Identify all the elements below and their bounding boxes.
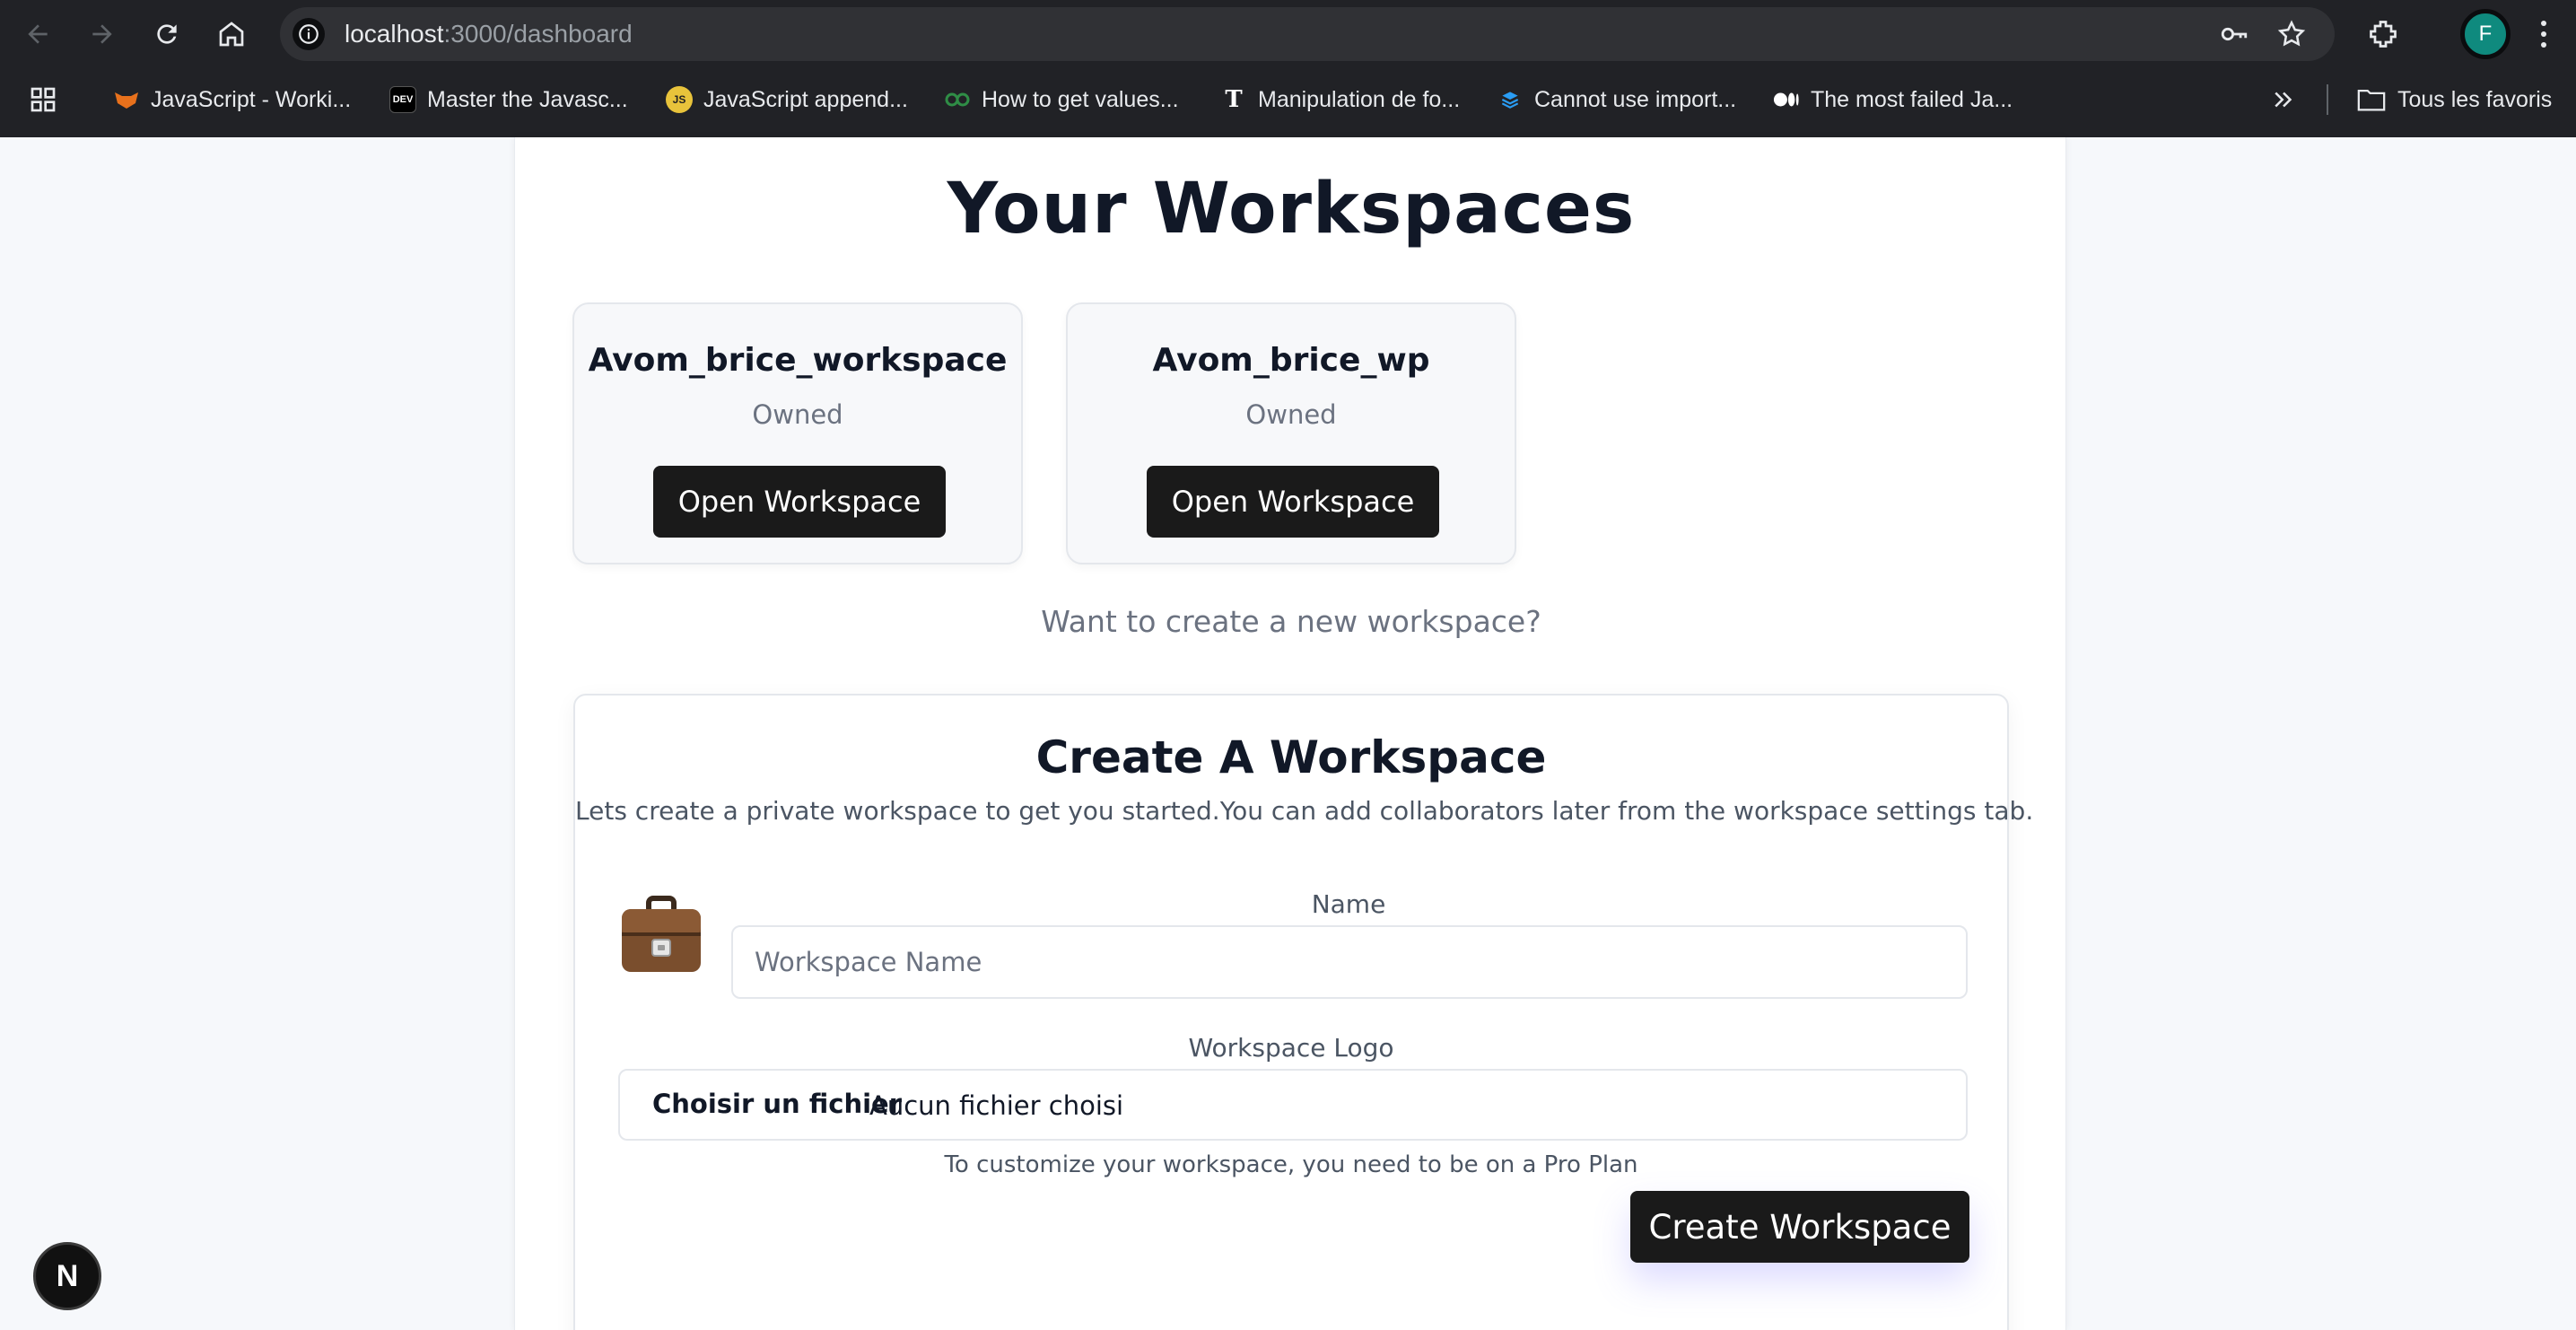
workspace-name-input[interactable] bbox=[731, 925, 1968, 999]
bookmark-item[interactable]: JS JavaScript append... bbox=[666, 79, 908, 120]
more-bookmarks-icon[interactable] bbox=[2270, 79, 2297, 120]
stack-icon bbox=[1497, 86, 1524, 113]
choose-file-button[interactable]: Choisir un fichier bbox=[652, 1089, 902, 1119]
kebab-menu-icon[interactable] bbox=[2530, 16, 2557, 52]
gfg-icon bbox=[944, 86, 971, 113]
bookmark-item[interactable]: How to get values... bbox=[944, 79, 1179, 120]
workspace-role: Owned bbox=[1245, 399, 1337, 430]
dev-icon: DEV bbox=[389, 86, 416, 113]
site-info-icon[interactable] bbox=[293, 18, 325, 50]
nextjs-dev-badge[interactable]: N bbox=[33, 1242, 101, 1310]
bookmark-item[interactable]: T Manipulation de fo... bbox=[1220, 79, 1460, 120]
bookmark-item[interactable]: Cannot use import... bbox=[1497, 79, 1736, 120]
dashboard-panel: Your Workspaces Avom_brice_workspace Own… bbox=[514, 137, 2066, 1330]
bookmark-label: JavaScript append... bbox=[703, 86, 908, 112]
bookmark-label: Master the Javasc... bbox=[427, 86, 628, 112]
favorites-label: Tous les favoris bbox=[2397, 86, 2553, 112]
back-button[interactable] bbox=[22, 18, 54, 50]
home-icon bbox=[219, 22, 244, 47]
all-bookmarks-folder[interactable]: Tous les favoris bbox=[2356, 79, 2552, 120]
profile-avatar[interactable]: F bbox=[2460, 9, 2511, 59]
briefcase-emoji-icon[interactable] bbox=[618, 891, 704, 977]
file-status-text: Aucun fichier choisi bbox=[869, 1090, 1124, 1121]
arrow-right-icon bbox=[92, 24, 112, 44]
browser-chrome: localhost:3000/dashboard F JavaScript - … bbox=[0, 0, 2576, 137]
home-button[interactable] bbox=[215, 18, 248, 50]
bookmark-label: The most failed Ja... bbox=[1811, 86, 2013, 112]
folder-icon bbox=[2357, 89, 2386, 111]
arrow-left-icon bbox=[28, 24, 48, 44]
bookmarks-bar: JavaScript - Worki... DEV Master the Jav… bbox=[0, 79, 2576, 120]
bookmark-item[interactable]: JavaScript - Worki... bbox=[113, 79, 351, 120]
bookmark-label: Cannot use import... bbox=[1534, 86, 1737, 112]
workspace-name: Avom_brice_workspace bbox=[588, 342, 1008, 379]
fox-icon bbox=[113, 86, 140, 113]
bookmark-divider bbox=[2327, 84, 2328, 115]
bookmark-star-icon[interactable] bbox=[2275, 18, 2308, 50]
forward-button[interactable] bbox=[86, 18, 118, 50]
page-title: Your Workspaces bbox=[947, 169, 1636, 249]
bookmark-label: Manipulation de fo... bbox=[1258, 86, 1461, 112]
open-workspace-button[interactable]: Open Workspace bbox=[653, 466, 946, 538]
browser-toolbar: localhost:3000/dashboard F bbox=[0, 0, 2576, 67]
create-workspace-form: Create A Workspace Lets create a private… bbox=[573, 694, 2034, 1330]
workspace-logo-label: Workspace Logo bbox=[1188, 1033, 1394, 1063]
workspace-name: Avom_brice_wp bbox=[1152, 342, 1430, 379]
address-bar[interactable]: localhost:3000/dashboard bbox=[280, 7, 2335, 61]
reload-icon bbox=[157, 24, 177, 44]
form-description: Lets create a private workspace to get y… bbox=[575, 796, 2034, 826]
create-workspace-button[interactable]: Create Workspace bbox=[1630, 1191, 1969, 1263]
t-icon: T bbox=[1225, 86, 1243, 113]
extensions-icon[interactable] bbox=[2365, 16, 2401, 52]
url-path: :3000/dashboard bbox=[443, 20, 633, 48]
workspace-logo-file-input[interactable]: Choisir un fichier Aucun fichier choisi bbox=[618, 1069, 1968, 1141]
apps-grid-icon[interactable] bbox=[29, 79, 57, 120]
bookmark-item[interactable]: DEV Master the Javasc... bbox=[389, 79, 628, 120]
bookmark-label: JavaScript - Worki... bbox=[151, 86, 352, 112]
url-text: localhost:3000/dashboard bbox=[345, 20, 633, 48]
workspace-card: Avom_brice_workspace Owned Open Workspac… bbox=[572, 302, 1023, 564]
name-label: Name bbox=[1311, 889, 1386, 919]
form-title: Create A Workspace bbox=[1035, 731, 1547, 783]
password-key-icon[interactable] bbox=[2218, 18, 2250, 50]
workspace-card: Avom_brice_wp Owned Open Workspace bbox=[1066, 302, 1516, 564]
workspace-role: Owned bbox=[752, 399, 843, 430]
pro-plan-note: To customize your workspace, you need to… bbox=[944, 1151, 1638, 1178]
medium-icon bbox=[1773, 86, 1800, 113]
bookmark-label: How to get values... bbox=[982, 86, 1179, 112]
create-prompt: Want to create a new workspace? bbox=[1041, 604, 1541, 639]
bookmark-item[interactable]: The most failed Ja... bbox=[1773, 79, 2013, 120]
url-host: localhost bbox=[345, 20, 444, 48]
open-workspace-button[interactable]: Open Workspace bbox=[1147, 466, 1439, 538]
reload-button[interactable] bbox=[151, 18, 183, 50]
js-icon: JS bbox=[666, 86, 693, 113]
